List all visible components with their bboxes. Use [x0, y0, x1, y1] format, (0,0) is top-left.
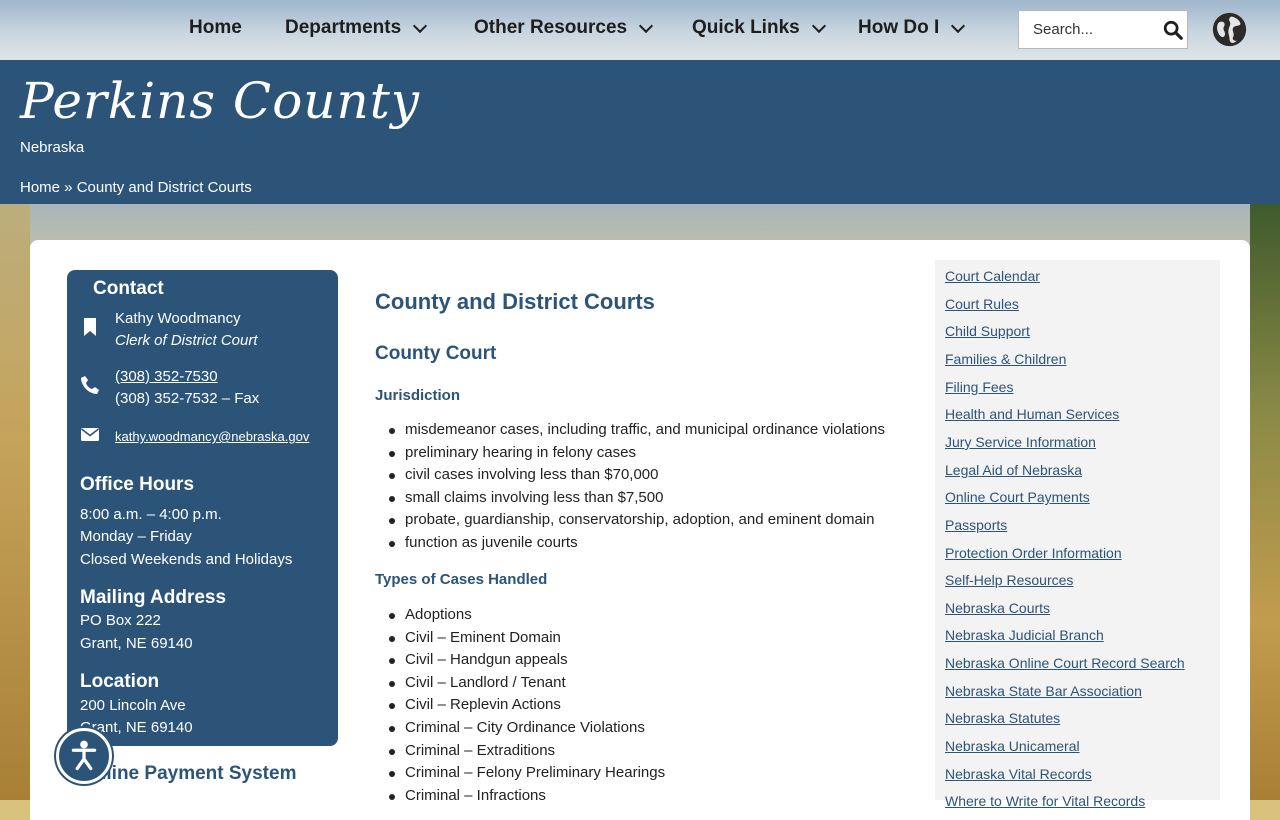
- nav-quick-links-label: Quick Links: [692, 17, 800, 38]
- contact-name: Kathy Woodmancy: [115, 310, 241, 327]
- sidebar-link[interactable]: Nebraska Unicameral: [945, 738, 1080, 754]
- sidebar-link[interactable]: Jury Service Information: [945, 434, 1096, 450]
- list-item: Criminal – Felony Preliminary Hearings: [388, 762, 665, 785]
- contact-panel: Contact Kathy Woodmancy Clerk of Distric…: [67, 270, 338, 746]
- location-title: Location: [80, 671, 160, 692]
- sidebar-link[interactable]: Self-Help Resources: [945, 572, 1073, 588]
- globe-icon[interactable]: [1211, 11, 1248, 48]
- nav-other-resources[interactable]: Other Resources: [474, 17, 654, 39]
- jurisdiction-list: misdemeanor cases, including traffic, an…: [389, 419, 885, 555]
- list-item: Criminal – Extraditions: [388, 740, 665, 763]
- contact-role: Clerk of District Court: [115, 332, 258, 349]
- search-box: [1018, 10, 1188, 49]
- chevron-down-icon: [639, 18, 654, 33]
- page-title: County and District Courts: [375, 289, 655, 314]
- sidebar-link[interactable]: Online Court Payments: [945, 489, 1090, 505]
- contact-fax: (308) 352-7532 – Fax: [115, 390, 260, 407]
- list-item: Civil – Handgun appeals: [388, 649, 665, 672]
- background-field-left: [0, 204, 30, 800]
- list-item: function as juvenile courts: [389, 532, 885, 555]
- list-item: Criminal – Infractions: [388, 785, 665, 808]
- phone-icon: [81, 376, 99, 394]
- online-payment-heading: Online Payment System: [80, 763, 297, 784]
- sidebar-link[interactable]: Nebraska Judicial Branch: [945, 627, 1104, 643]
- sidebar-link[interactable]: Filing Fees: [945, 379, 1013, 395]
- types-of-cases-list: Adoptions Civil – Eminent Domain Civil – H…: [388, 604, 665, 808]
- jurisdiction-title: Jurisdiction: [375, 387, 461, 404]
- envelope-icon: [81, 428, 99, 441]
- list-item: civil cases involving less than $70,000: [389, 464, 885, 487]
- nav-home[interactable]: Home: [189, 17, 242, 39]
- sidebar-link[interactable]: Families & Children: [945, 351, 1066, 367]
- contact-email-link[interactable]: kathy.woodmancy@nebraska.gov: [115, 429, 309, 444]
- nav-departments-label: Departments: [285, 17, 402, 38]
- list-item: small claims involving less than $7,500: [389, 487, 885, 510]
- list-item: Adoptions: [388, 604, 665, 627]
- nav-home-label: Home: [189, 17, 242, 38]
- site-header: Perkins County Nebraska Home » County an…: [0, 60, 1280, 204]
- search-input[interactable]: [1019, 11, 1163, 48]
- accessibility-button[interactable]: [56, 728, 112, 784]
- mailing-address-line: PO Box 222: [80, 612, 161, 629]
- bookmark-icon: [84, 318, 96, 336]
- sidebar-link[interactable]: Child Support: [945, 323, 1030, 339]
- list-item: Civil – Landlord / Tenant: [388, 672, 665, 695]
- nav-departments[interactable]: Departments: [285, 17, 428, 39]
- list-item: probate, guardianship, conservatorship, …: [389, 509, 885, 532]
- office-hours-line: 8:00 a.m. – 4:00 p.m.: [80, 506, 222, 523]
- list-item: Civil – Eminent Domain: [388, 627, 665, 650]
- chevron-down-icon: [951, 18, 966, 33]
- sidebar-link[interactable]: Where to Write for Vital Records: [945, 793, 1145, 809]
- types-of-cases-title: Types of Cases Handled: [375, 571, 548, 588]
- sidebar-link[interactable]: Health and Human Services: [945, 406, 1119, 422]
- list-item: preliminary hearing in felony cases: [389, 442, 885, 465]
- sidebar-link[interactable]: Nebraska State Bar Association: [945, 683, 1142, 699]
- nav-other-resources-label: Other Resources: [474, 17, 628, 38]
- sidebar-link[interactable]: Passports: [945, 517, 1007, 533]
- section-title: County Court: [375, 343, 497, 364]
- sidebar-link[interactable]: Nebraska Online Court Record Search: [945, 655, 1185, 671]
- contact-title: Contact: [93, 278, 164, 299]
- top-navigation-bar: Home Departments Other Resources Quick L…: [0, 0, 1280, 60]
- search-icon[interactable]: [1162, 19, 1184, 41]
- sidebar-link[interactable]: Court Calendar: [945, 268, 1040, 284]
- chevron-down-icon: [811, 18, 826, 33]
- chevron-down-icon: [413, 18, 428, 33]
- nav-how-do-i[interactable]: How Do I: [858, 17, 966, 39]
- list-item: Civil – Replevin Actions: [388, 694, 665, 717]
- sidebar-link[interactable]: Nebraska Vital Records: [945, 766, 1092, 782]
- mailing-address-title: Mailing Address: [80, 587, 227, 608]
- background-field-right: [1250, 204, 1280, 800]
- office-hours-line: Closed Weekends and Holidays: [80, 551, 293, 568]
- office-hours-title: Office Hours: [80, 474, 195, 495]
- sidebar-link[interactable]: Legal Aid of Nebraska: [945, 462, 1082, 478]
- breadcrumb[interactable]: Home » County and District Courts: [20, 179, 252, 196]
- mailing-address-line: Grant, NE 69140: [80, 635, 193, 652]
- sidebar-link[interactable]: Nebraska Courts: [945, 600, 1050, 616]
- office-hours-line: Monday – Friday: [80, 528, 192, 545]
- location-line: 200 Lincoln Ave: [80, 697, 186, 714]
- sidebar-link[interactable]: Court Rules: [945, 296, 1019, 312]
- nav-how-do-i-label: How Do I: [858, 17, 940, 38]
- contact-phone-link[interactable]: (308) 352-7530: [115, 368, 218, 385]
- sidebar-link[interactable]: Nebraska Statutes: [945, 710, 1060, 726]
- nav-quick-links[interactable]: Quick Links: [692, 17, 826, 39]
- site-logo[interactable]: Perkins County: [20, 72, 420, 130]
- accessibility-icon: [71, 740, 97, 771]
- list-item: misdemeanor cases, including traffic, an…: [389, 419, 885, 442]
- site-logo-subtitle: Nebraska: [20, 139, 85, 156]
- sidebar-link[interactable]: Protection Order Information: [945, 545, 1122, 561]
- list-item: Criminal – City Ordinance Violations: [388, 717, 665, 740]
